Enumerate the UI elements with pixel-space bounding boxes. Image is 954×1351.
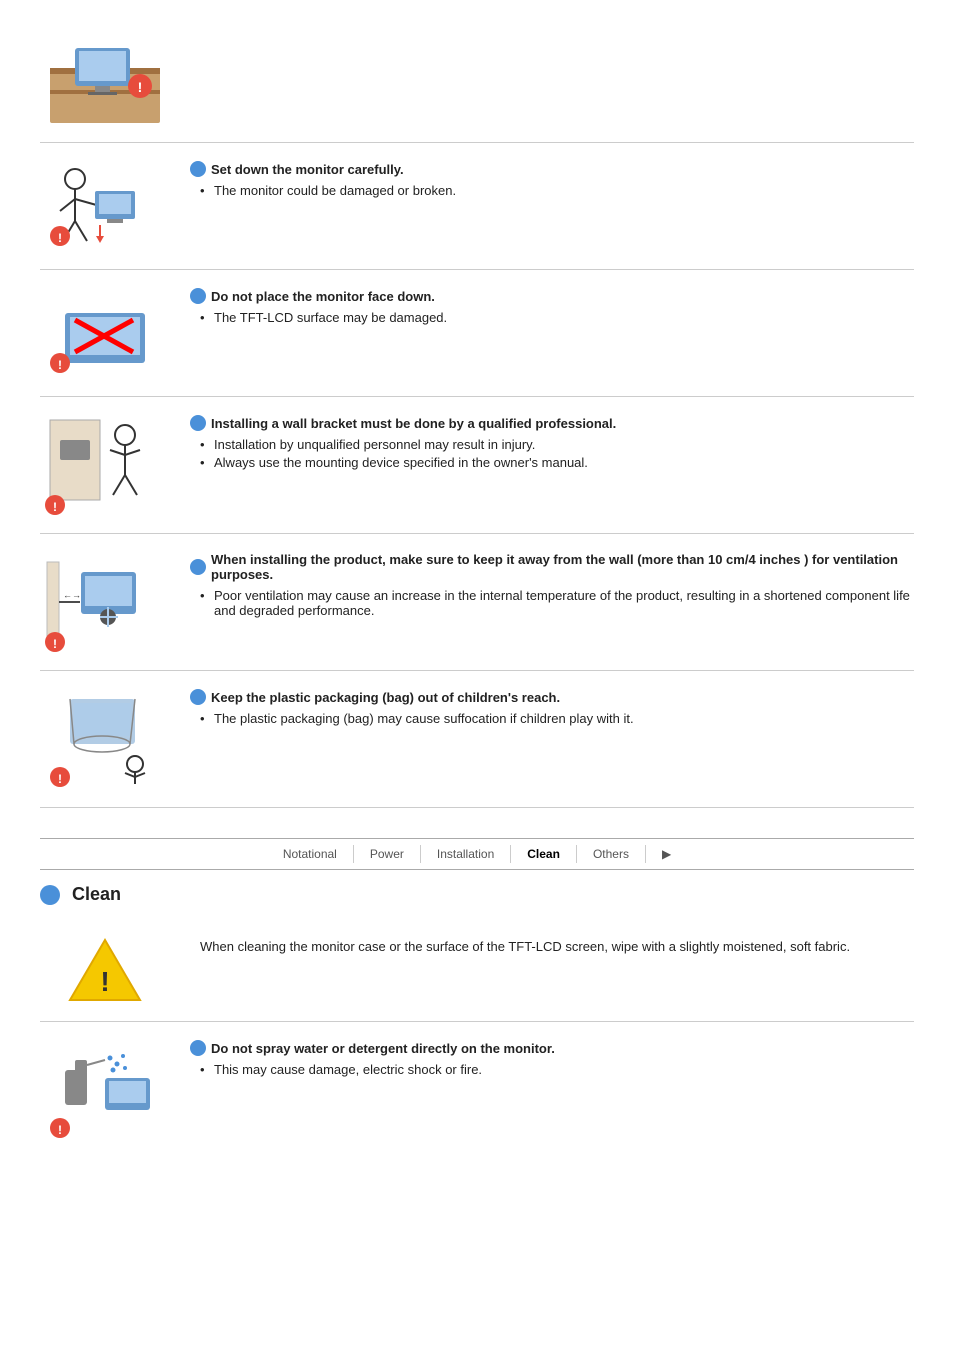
- nav-item-installation[interactable]: Installation: [421, 845, 511, 863]
- title-ventilation: When installing the product, make sure t…: [190, 552, 914, 582]
- bullet-item: This may cause damage, electric shock or…: [200, 1062, 914, 1077]
- section-row-no-spray: ! Do not spray water or detergent direct…: [40, 1022, 914, 1158]
- text-col-no-spray: Do not spray water or detergent directly…: [180, 1040, 914, 1080]
- title-monitor-down: Set down the monitor carefully.: [190, 161, 914, 177]
- svg-text:!: !: [58, 231, 62, 245]
- section-row-ventilation: ←→ ! When installing the product, make s…: [40, 534, 914, 671]
- title-no-spray: Do not spray water or detergent directly…: [190, 1040, 914, 1056]
- title-wall-bracket: Installing a wall bracket must be done b…: [190, 415, 914, 431]
- clean-heading-icon: [40, 885, 60, 905]
- illus-col-monitor-down: !: [40, 161, 180, 251]
- section-row-packaging: ! Keep the plastic packaging (bag) out o…: [40, 671, 914, 808]
- svg-text:!: !: [53, 637, 57, 651]
- title-face-down: Do not place the monitor face down.: [190, 288, 914, 304]
- bullet-item: Installation by unqualified personnel ma…: [200, 437, 914, 452]
- top-illus-row: !: [40, 20, 914, 143]
- text-col-ventilation: When installing the product, make sure t…: [180, 552, 914, 621]
- face-down-illus: !: [45, 288, 165, 378]
- section-row-monitor-down: ! Set down the monitor carefully. The mo…: [40, 143, 914, 270]
- svg-text:!: !: [58, 1123, 62, 1137]
- text-col-wall-bracket: Installing a wall bracket must be done b…: [180, 415, 914, 473]
- illus-col-packaging: !: [40, 689, 180, 789]
- bullet-icon-4: [190, 559, 206, 575]
- illus-col-no-spray: !: [40, 1040, 180, 1140]
- clean-warn-row: ! When cleaning the monitor case or the …: [40, 919, 914, 1022]
- bullet-list-2: The TFT-LCD surface may be damaged.: [190, 310, 914, 325]
- nav-item-clean[interactable]: Clean: [511, 845, 577, 863]
- title-packaging: Keep the plastic packaging (bag) out of …: [190, 689, 914, 705]
- bullet-list-4: Poor ventilation may cause an increase i…: [190, 588, 914, 618]
- nav-item-notational[interactable]: Notational: [267, 845, 354, 863]
- monitor-down-illus: !: [45, 161, 165, 251]
- clean-section-heading: Clean: [40, 884, 914, 905]
- svg-text:!: !: [53, 500, 57, 514]
- svg-text:!: !: [58, 358, 62, 372]
- text-col-monitor-down: Set down the monitor carefully. The moni…: [180, 161, 914, 201]
- illus-col-ventilation: ←→ !: [40, 552, 180, 652]
- illus-col-face-down: !: [40, 288, 180, 378]
- bullet-list-5: The plastic packaging (bag) may cause su…: [190, 711, 914, 726]
- clean-warn-text: When cleaning the monitor case or the su…: [180, 935, 914, 954]
- clean-heading-text: Clean: [72, 884, 121, 905]
- bullet-item: The TFT-LCD surface may be damaged.: [200, 310, 914, 325]
- page-content: ! !: [0, 0, 954, 1178]
- bullet-list-spray: This may cause damage, electric shock or…: [190, 1062, 914, 1077]
- bullet-icon-spray: [190, 1040, 206, 1056]
- section-row-wall-bracket: ! Installing a wall bracket must be done…: [40, 397, 914, 534]
- nav-bar: Notational Power Installation Clean Othe…: [40, 838, 914, 870]
- bullet-item: The plastic packaging (bag) may cause su…: [200, 711, 914, 726]
- bullet-item: Always use the mounting device specified…: [200, 455, 914, 470]
- bullet-list-3: Installation by unqualified personnel ma…: [190, 437, 914, 470]
- nav-item-more[interactable]: ▶: [646, 845, 687, 863]
- illus-col-wall-bracket: !: [40, 415, 180, 515]
- text-col-face-down: Do not place the monitor face down. The …: [180, 288, 914, 328]
- bullet-icon-2: [190, 288, 206, 304]
- ventilation-illus: ←→ !: [45, 552, 165, 652]
- svg-text:←→: ←→: [63, 590, 81, 600]
- bullet-icon-3: [190, 415, 206, 431]
- svg-text:!: !: [100, 966, 109, 997]
- bullet-list-1: The monitor could be damaged or broken.: [190, 183, 914, 198]
- spray-warning-illus: !: [45, 1040, 165, 1140]
- wall-bracket-illus: !: [45, 415, 165, 515]
- clean-warn-triangle: !: [65, 935, 145, 1005]
- svg-text:!: !: [138, 79, 143, 95]
- monitor-caution-illus: !: [45, 38, 165, 128]
- top-illus-col: !: [40, 38, 180, 128]
- svg-text:!: !: [58, 772, 62, 786]
- bullet-item: The monitor could be damaged or broken.: [200, 183, 914, 198]
- nav-item-power[interactable]: Power: [354, 845, 421, 863]
- text-col-packaging: Keep the plastic packaging (bag) out of …: [180, 689, 914, 729]
- bullet-icon-1: [190, 161, 206, 177]
- section-row-face-down: ! Do not place the monitor face down. Th…: [40, 270, 914, 397]
- packaging-illus: !: [45, 689, 165, 789]
- nav-item-others[interactable]: Others: [577, 845, 646, 863]
- bullet-item: Poor ventilation may cause an increase i…: [200, 588, 914, 618]
- bullet-icon-5: [190, 689, 206, 705]
- clean-warn-illus-col: !: [40, 935, 180, 1005]
